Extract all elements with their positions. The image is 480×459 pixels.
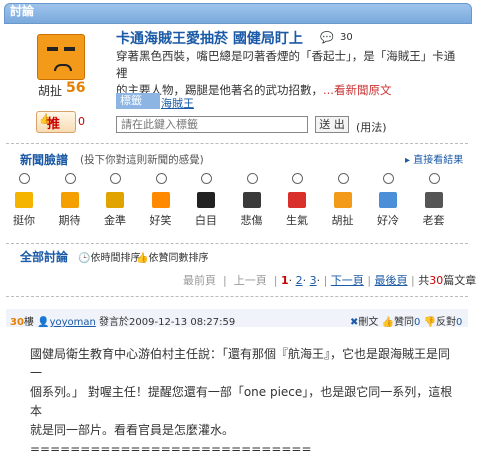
push-count: 0: [78, 115, 85, 128]
pager-page-2[interactable]: 2: [296, 274, 303, 287]
pager-total: 共30篇文章: [418, 274, 477, 287]
thumb-icon: 👍: [136, 253, 149, 264]
tag-label: 標籤: [116, 93, 160, 109]
mood-label: 好笑: [149, 214, 172, 227]
mood-radio[interactable]: [383, 173, 394, 184]
mood-label: 生氣: [286, 214, 308, 227]
mood-face-icon[interactable]: [60, 192, 79, 208]
pager-page-1[interactable]: 1: [281, 274, 289, 287]
mood-label: 老套: [422, 214, 445, 227]
pager-first[interactable]: 最前頁: [183, 274, 216, 287]
sort-by-agree[interactable]: 👍依贊同數排序: [136, 249, 208, 264]
post-author[interactable]: yoyoman: [50, 317, 96, 328]
mood-radio[interactable]: [110, 173, 121, 184]
post-line: 就是同一部片。看看官員是怎麼灌水。: [30, 423, 235, 437]
avatar-mouth: [54, 64, 72, 71]
post-body: 國健局衛生教育中心游伯村主任說：「還有那個『航海王』，它也是跟海賊王是同一 個系…: [30, 345, 460, 459]
divider: [6, 143, 468, 144]
tag-link[interactable]: 海賊王: [161, 95, 194, 111]
section-title: 討論: [10, 4, 35, 18]
pager-next[interactable]: 下一頁: [331, 274, 364, 287]
pager-page-3[interactable]: 3: [310, 274, 317, 287]
pager-prev[interactable]: 上一頁: [234, 274, 267, 287]
post-meta: 30樓 👤yoyoman 發言於2009-12-13 08:27:59: [10, 317, 236, 328]
mood-radio[interactable]: [155, 173, 167, 184]
push-label: 推: [47, 117, 61, 132]
mood-radio[interactable]: [428, 173, 440, 184]
mood-radio[interactable]: [246, 173, 258, 184]
post-floor: 30: [10, 317, 24, 328]
post-line: ============================: [30, 442, 312, 456]
mood-label: 胡扯: [331, 214, 354, 227]
mood-label: 期待: [58, 214, 81, 227]
mood-radio[interactable]: [292, 173, 303, 184]
thumb-down-icon: 👎: [423, 317, 437, 328]
person-icon: 👤: [37, 317, 50, 328]
tag-submit-button[interactable]: 送 出: [315, 116, 349, 133]
mood-face-icon[interactable]: [288, 192, 306, 208]
article-description: 穿著黑色西裝，嘴巴總是叼著香煙的「香起士」，是「海賊王」卡通裡 的主要人物，踢腿…: [116, 48, 466, 99]
post-time: 2009-12-13 08:27:59: [129, 317, 236, 328]
mood-face-icon[interactable]: [151, 192, 170, 208]
mood-face-icon[interactable]: [379, 192, 397, 208]
clock-icon: 🕒: [78, 253, 91, 264]
disagree-button[interactable]: 反對: [436, 317, 456, 328]
post-actions: ✖刪文 👍贊同0 👎反對0: [350, 313, 462, 328]
mood-label: 白目: [195, 214, 217, 227]
tag-usage-link[interactable]: (用法): [356, 119, 387, 135]
avatar-eye-right: [64, 47, 75, 51]
thumb-up-icon: 👍: [381, 317, 395, 328]
pager-last[interactable]: 最後頁: [375, 274, 408, 287]
tag-input[interactable]: [116, 116, 308, 133]
divider: [6, 243, 468, 244]
mood-face-icon[interactable]: [106, 192, 124, 208]
view-results-link[interactable]: ▸ 直接看結果: [405, 151, 463, 166]
mood-face-icon[interactable]: [424, 192, 443, 208]
mood-label: 金準: [104, 214, 126, 227]
mood-label: 挺你: [13, 214, 35, 227]
disagree-count: 0: [456, 317, 463, 328]
article-title[interactable]: 卡通海賊王愛抽菸 國健局盯上: [116, 28, 303, 48]
post-line: 個系列。」 對喔主任！提醒您還有一部「one piece」，也是跟它同一系列，這…: [30, 385, 453, 418]
mood-radio[interactable]: [64, 173, 76, 184]
username: 胡扯: [38, 84, 63, 98]
sort-by-time[interactable]: 🕒依時間排序: [78, 249, 140, 264]
agree-button[interactable]: 贊同: [394, 317, 414, 328]
section-header: [4, 3, 472, 24]
desc-line: 穿著黑色西裝，嘴巴總是叼著香煙的「香起士」，是「海賊王」卡通裡: [116, 49, 456, 80]
mood-title: 新聞臉譜: [20, 153, 69, 167]
mood-label: 好冷: [377, 214, 399, 227]
user-avatar[interactable]: [37, 34, 85, 80]
delete-post-button[interactable]: 刪文: [358, 317, 378, 328]
mood-radio[interactable]: [19, 173, 30, 184]
agree-count: 0: [414, 317, 421, 328]
avatar-eye-left: [47, 47, 58, 51]
mood-face-icon[interactable]: [242, 192, 261, 208]
divider: [6, 296, 468, 297]
mood-radio[interactable]: [201, 173, 212, 184]
mood-face-icon[interactable]: [197, 192, 215, 208]
comment-count: 30: [340, 32, 353, 43]
user-score: 56: [66, 80, 86, 96]
mood-subtitle: (投下你對這則新聞的感覺): [80, 154, 204, 166]
comment-bubble-icon: 💬: [320, 31, 334, 44]
discussion-title: 全部討論: [20, 250, 69, 264]
read-original-link[interactable]: ...看新聞原文: [323, 83, 391, 97]
mood-radio[interactable]: [337, 173, 349, 184]
mood-face-icon[interactable]: [15, 192, 33, 208]
mood-face-icon[interactable]: [333, 192, 352, 208]
pager: 最前頁 | 上一頁 | 1· 2· 3· | 下一頁 | 最後頁 | 共30篇文…: [183, 274, 477, 287]
mood-label: 悲傷: [240, 214, 263, 227]
post-line: 國健局衛生教育中心游伯村主任說：「還有那個『航海王』，它也是跟海賊王是同一: [30, 347, 451, 380]
